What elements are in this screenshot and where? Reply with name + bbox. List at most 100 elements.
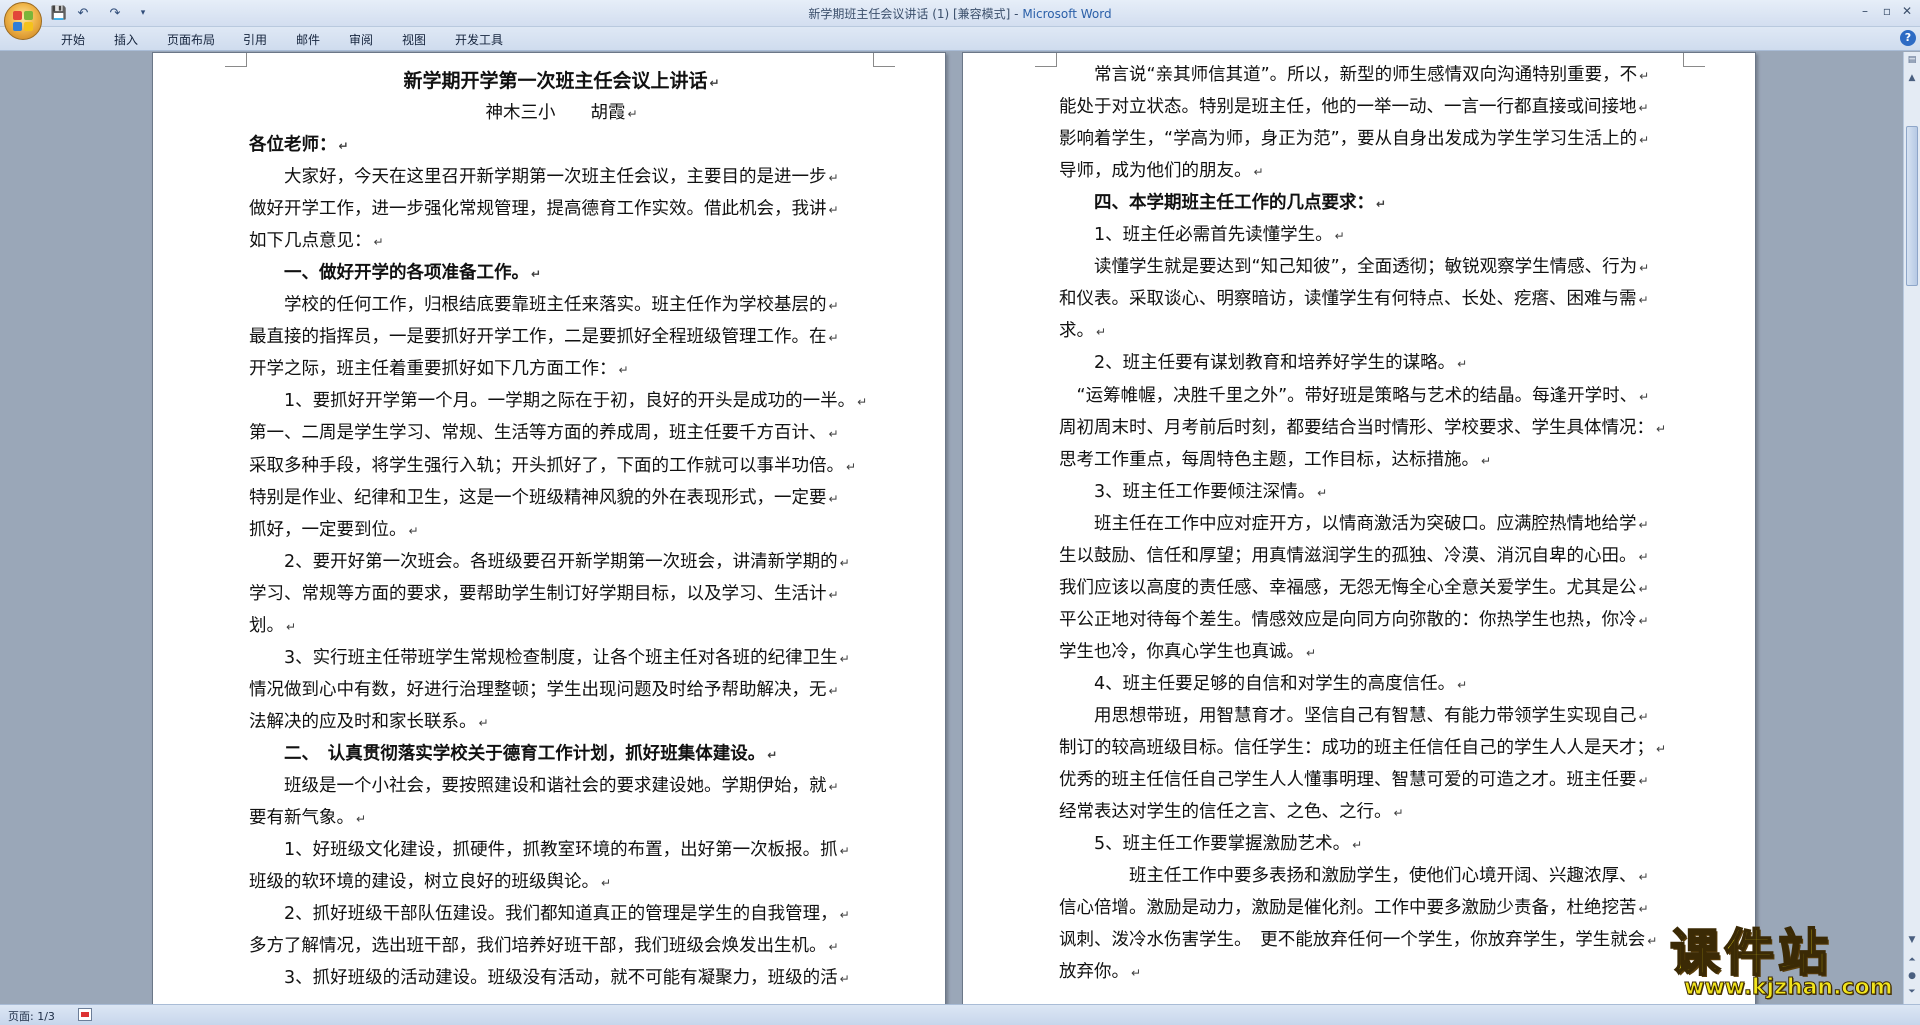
text-line: 5、班主任工作要掌握激励艺术。 ↵: [1059, 828, 1684, 860]
ruler-toggle-icon[interactable]: ▤: [1905, 52, 1919, 68]
tab-home[interactable]: 开始: [61, 31, 85, 48]
tab-view[interactable]: 视图: [402, 31, 426, 48]
line-text: 二、 认真贯彻落实学校关于德育工作计划，抓好班集体建设。: [249, 743, 766, 764]
text-line: 优秀的班主任信任自己学生人人懂事明理、智慧可爱的可造之才。班主任要 ↵: [1059, 764, 1684, 796]
tab-insert[interactable]: 插入: [114, 31, 138, 48]
line-text: 学校的任何工作，归根结底要靠班主任来落实。班主任作为学校基层的: [249, 295, 827, 316]
paragraph-mark: ↵: [839, 972, 850, 987]
paragraph-mark: ↵: [828, 683, 839, 698]
text-line: 用思想带班，用智慧育才。坚信自己有智慧、有能力带领学生实现自己 ↵: [1059, 700, 1684, 732]
paragraph-mark: ↵: [1352, 838, 1363, 853]
tab-references[interactable]: 引用: [243, 31, 267, 48]
line-text: 用思想带班，用智慧育才。坚信自己有智慧、有能力带领学生实现自己: [1059, 706, 1637, 726]
line-text: 平公正地对待每个差生。情感效应是向同方向弥散的：你热学生也热，你冷: [1059, 609, 1637, 630]
text-line: 法解决的应及时和家长联系。 ↵: [249, 706, 874, 738]
text-line: 四、本学期班主任工作的几点要求： ↵: [1059, 187, 1684, 219]
save-icon[interactable]: 💾: [50, 4, 68, 22]
tab-page-layout[interactable]: 页面布局: [167, 31, 215, 48]
paragraph-mark: ↵: [839, 908, 850, 923]
paragraph-mark: ↵: [828, 203, 839, 218]
line-text: 班主任工作中要多表扬和激励学生，使他们心境开阔、兴趣浓厚、: [1059, 866, 1637, 887]
undo-icon[interactable]: ↶: [74, 4, 92, 22]
line-text: 采取多种手段，将学生强行入轨；开头抓好了，下面的工作就可以事半功倍。: [249, 455, 844, 476]
line-text: 4、班主任要足够的自信和对学生的高度信任。: [1059, 673, 1456, 694]
line-text: 思考工作重点，每周特色主题，工作目标，达标措施。: [1059, 449, 1479, 470]
line-text: 我们应该以高度的责任感、幸福感，无怨无悔全心全意关爱学生。尤其是公: [1059, 577, 1637, 598]
page-2-text: 常言说“亲其师信其道”。所以，新型的师生感情双向沟通特别重要，不 ↵ 能处于对立状态…: [1059, 53, 1684, 1004]
paragraph-mark: ↵: [1638, 549, 1649, 564]
line-text: 经常表达对学生的信任之言、之色、之行。: [1059, 802, 1392, 823]
text-line: 大家好，今天在这里召开新学期第一次班主任会议，主要目的是进一步 ↵: [249, 161, 874, 193]
tab-developer[interactable]: 开发工具: [455, 31, 503, 48]
office-button[interactable]: [4, 2, 42, 40]
paragraph-mark: ↵: [828, 940, 839, 955]
restore-button[interactable]: ▫: [1876, 2, 1898, 20]
line-text: 信心倍增。激励是动力，激励是催化剂。工作中要多激励少责备，杜绝挖苦: [1059, 898, 1637, 919]
line-text: 特别是作业、纪律和卫生，这是一个班级精神风貌的外在表现形式，一定要: [249, 487, 827, 508]
paragraph-mark: ↵: [1306, 645, 1317, 660]
line-text: 生以鼓励、信任和厚望；用真情滋润学生的孤独、冷漠、消沉自卑的心田。: [1059, 545, 1637, 566]
proofing-status-icon[interactable]: [78, 1008, 92, 1021]
paragraph-mark: ↵: [1639, 261, 1650, 276]
tab-mailings[interactable]: 邮件: [296, 31, 320, 48]
paragraph-mark: ↵: [1647, 934, 1658, 949]
line-text: 常言说“亲其师信其道”。所以，新型的师生感情双向沟通特别重要，不: [1059, 65, 1638, 85]
text-line: 班级是一个小社会，要按照建设和谐社会的要求建设她。学期伊始，就 ↵: [249, 770, 874, 802]
customize-qat-icon[interactable]: ▾: [134, 4, 152, 22]
paragraph-mark: ↵: [828, 427, 839, 442]
paragraph-mark: ↵: [1253, 165, 1264, 180]
paragraph-mark: ↵: [1457, 357, 1468, 372]
paragraph-mark: ↵: [828, 299, 839, 314]
line-text: 学习、常规等方面的要求，要帮助学生制订好学期目标，以及学习、生活计: [249, 583, 827, 604]
margin-corner-mark: [1683, 53, 1705, 67]
line-text: 求。: [1059, 321, 1094, 342]
line-text: 班主任在工作中应对症开方，以情商激活为突破口。应满腔热情地给学: [1059, 513, 1637, 534]
paragraph-mark: ↵: [828, 491, 839, 506]
document-page-1[interactable]: 新学期开学第一次班主任会议上讲话 ↵ 神木三小 胡霞 ↵ 各位老师： ↵ 大家好，今天…: [152, 52, 946, 1004]
line-text: 制订的较高班级目标。信任学生：成功的班主任信任自己的学生人人是天才；: [1059, 738, 1654, 759]
line-text: 法解决的应及时和家长联系。: [249, 711, 477, 732]
line-text: 1、好班级文化建设，抓硬件，抓教室环境的布置，出好第一次板报。抓: [249, 840, 838, 861]
text-line: 多方了解情况，选出班干部，我们培养好班干部，我们班级会焕发出生机。 ↵: [249, 930, 874, 962]
margin-corner-mark: [873, 53, 895, 67]
paragraph-mark: ↵: [618, 363, 629, 378]
line-text: 抓好，一定要到位。: [249, 519, 407, 540]
line-text: 学生也冷，你真心学生也真诚。: [1059, 641, 1304, 662]
text-line: 3、抓好班级的活动建设。班级没有活动，就不可能有凝聚力，班级的活 ↵: [249, 962, 874, 994]
line-text: 能处于对立状态。特别是班主任，他的一举一动、一言一行都直接或间接地: [1059, 97, 1637, 118]
text-line: 第一、二周是学生学习、常规、生活等方面的养成周，班主任要千方百计、 ↵: [249, 417, 874, 449]
text-line: 二、 认真贯彻落实学校关于德育工作计划，抓好班集体建设。 ↵: [249, 738, 874, 770]
watermark-logo: 课件站 www.kjzhan.com: [1669, 924, 1915, 1003]
line-text: 各位老师：: [249, 135, 337, 155]
paragraph-mark: ↵: [373, 235, 384, 250]
watermark-text: 课件站: [1669, 924, 1832, 982]
redo-icon[interactable]: ↷: [106, 4, 124, 22]
line-text: 3、抓好班级的活动建设。班级没有活动，就不可能有凝聚力，班级的活: [249, 968, 838, 989]
minimize-button[interactable]: –: [1854, 2, 1876, 20]
text-line: 平公正地对待每个差生。情感效应是向同方向弥散的：你热学生也热，你冷 ↵: [1059, 604, 1684, 636]
text-line: 各位老师： ↵: [249, 129, 874, 161]
line-text: 1、班主任必需首先读懂学生。: [1059, 225, 1333, 246]
text-line: 1、好班级文化建设，抓硬件，抓教室环境的布置，出好第一次板报。抓 ↵: [249, 834, 874, 866]
text-line: 讽刺、泼冷水伤害学生。 更不能放弃任何一个学生，你放弃学生，学生就会 ↵: [1059, 924, 1684, 956]
text-line: 周初周末时、月考前后时刻，都要结合当时情形、学校要求、学生具体情况： ↵: [1059, 412, 1684, 444]
page-1-text: 新学期开学第一次班主任会议上讲话 ↵ 神木三小 胡霞 ↵ 各位老师： ↵ 大家好，今天…: [249, 53, 874, 1004]
paragraph-mark: ↵: [1638, 101, 1649, 116]
line-text: 和仪表。采取谈心、明察暗访，读懂学生有何特点、长处、疙瘩、困难与需: [1059, 289, 1637, 310]
text-line: 放弃你。 ↵: [1059, 956, 1684, 988]
line-text: 开学之际，班主任着重要抓好如下几方面工作：: [249, 359, 617, 380]
scroll-up-icon[interactable]: ▲: [1905, 70, 1919, 86]
paragraph-mark: ↵: [1317, 485, 1328, 500]
text-line: 能处于对立状态。特别是班主任，他的一举一动、一言一行都直接或间接地 ↵: [1059, 91, 1684, 123]
vertical-scrollbar[interactable]: ▤ ▲ ▼ ⏶ ● ⏷: [1903, 52, 1920, 1004]
tab-review[interactable]: 审阅: [349, 31, 373, 48]
document-page-2[interactable]: 常言说“亲其师信其道”。所以，新型的师生感情双向沟通特别重要，不 ↵ 能处于对立状态…: [962, 52, 1756, 1004]
paragraph-mark: ↵: [601, 876, 612, 891]
page-count-status[interactable]: 页面: 1/3: [8, 1008, 55, 1024]
paragraph-mark: ↵: [1656, 421, 1667, 436]
line-text: 放弃你。: [1059, 962, 1129, 983]
help-icon[interactable]: ?: [1900, 30, 1916, 46]
scroll-thumb[interactable]: [1906, 126, 1918, 286]
paragraph-mark: ↵: [828, 171, 839, 186]
close-button[interactable]: ✕: [1896, 2, 1918, 20]
